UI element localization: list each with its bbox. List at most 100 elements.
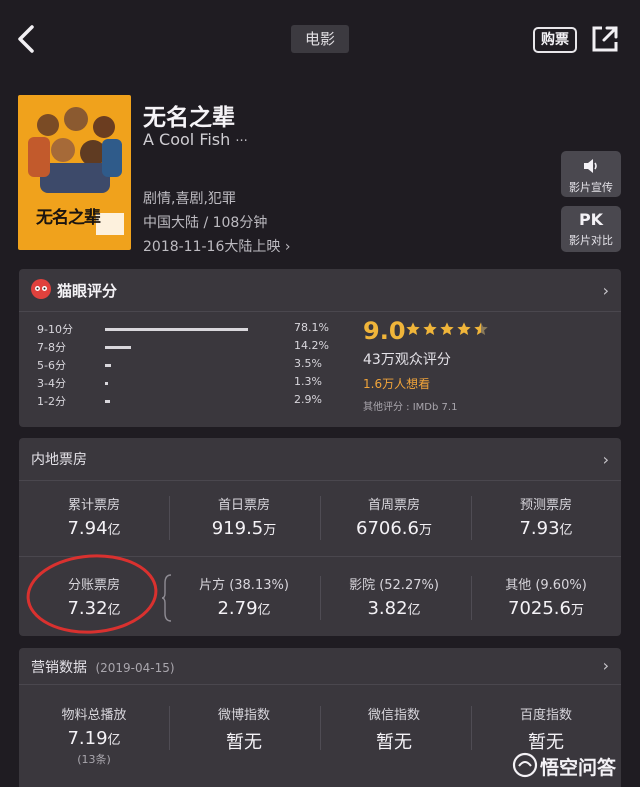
- movie-genres: 剧情,喜剧,犯罪: [143, 191, 236, 207]
- rating-row: 3-4分 1.3%: [37, 375, 337, 393]
- maoyan-rating-card: 猫眼评分 › 9-10分 78.1% 7-8分 14.2% 5-6分 3.5% …: [19, 269, 621, 427]
- stat-forecast: 预测票房 7.93亿: [471, 494, 621, 539]
- chevron-right-icon: ›: [602, 281, 609, 300]
- pk-label: 影片对比: [569, 234, 613, 247]
- want-to-see: 1.6万人想看: [363, 377, 431, 391]
- stat-baidu-index: 百度指数 暂无: [471, 704, 621, 754]
- watermark-text: 悟空问答: [540, 757, 617, 779]
- rating-row: 7-8分 14.2%: [37, 339, 337, 357]
- divider: [471, 496, 472, 540]
- stat-value: 7.19亿: [67, 728, 121, 749]
- marketing-date: (2019-04-15): [95, 661, 175, 675]
- wukong-logo-icon: [512, 752, 538, 778]
- stat-cinema-share: 影院 (52.27%) 3.82亿: [319, 574, 469, 619]
- stat-label: 物料总播放: [61, 708, 127, 723]
- movie-subtitle: A Cool Fish ···: [143, 130, 248, 149]
- stat-note: (13条): [77, 753, 111, 766]
- rating-voters: 43万观众评分: [363, 352, 451, 368]
- stat-label: 首周票房: [367, 498, 420, 513]
- english-title: A Cool Fish: [143, 130, 231, 149]
- more-icon[interactable]: ···: [235, 134, 247, 149]
- star-icon: [440, 322, 454, 335]
- star-rating: [405, 321, 490, 339]
- speaker-icon: [584, 159, 597, 173]
- rating-label: 9-10分: [37, 323, 73, 336]
- pk-icon: PK: [578, 210, 604, 229]
- stat-first-day: 首日票房 919.5万: [169, 494, 319, 539]
- divider: [320, 706, 321, 750]
- star-icon: [474, 322, 488, 335]
- stat-label: 微博指数: [217, 708, 270, 723]
- rating-label: 3-4分: [37, 377, 66, 390]
- rating-label: 1-2分: [37, 395, 66, 408]
- top-bar: 电影 购票: [0, 0, 640, 80]
- stat-weibo-index: 微博指数 暂无: [169, 704, 319, 754]
- rating-percent: 14.2%: [294, 339, 329, 352]
- movie-region-duration: 中国大陆 / 108分钟: [143, 215, 268, 231]
- rating-row: 5-6分 3.5%: [37, 357, 337, 375]
- rating-header[interactable]: 猫眼评分 ›: [19, 269, 621, 312]
- stat-value: 暂无: [226, 732, 262, 753]
- stat-label: 累计票房: [67, 498, 120, 513]
- promo-label: 影片宣传: [569, 181, 613, 194]
- box-office-header[interactable]: 内地票房 ›: [19, 438, 621, 481]
- share-icon[interactable]: [590, 24, 620, 54]
- rating-label: 5-6分: [37, 359, 66, 372]
- divider: [320, 496, 321, 540]
- stat-first-week: 首周票房 6706.6万: [319, 494, 469, 539]
- divider: [320, 576, 321, 620]
- marketing-header[interactable]: 营销数据 (2019-04-15) ›: [19, 648, 621, 685]
- movie-title: 无名之辈: [143, 105, 235, 131]
- rating-row: 1-2分 2.9%: [37, 393, 337, 411]
- stat-value: 6706.6万: [356, 518, 432, 539]
- stat-label: 影院 (52.27%): [349, 578, 439, 593]
- stat-other-share: 其他 (9.60%) 7025.6万: [471, 574, 621, 619]
- stat-value: 7.93亿: [519, 518, 573, 539]
- star-icon: [423, 322, 437, 335]
- maoyan-logo-icon: [31, 279, 51, 299]
- star-icon: [457, 322, 471, 335]
- divider: [169, 706, 170, 750]
- stat-value: 7.94亿: [67, 518, 121, 539]
- stat-value: 2.79亿: [217, 598, 271, 619]
- rating-label: 7-8分: [37, 341, 66, 354]
- rating-percent: 78.1%: [294, 321, 329, 334]
- category-chip: 电影: [291, 25, 349, 53]
- release-text: 2018-11-16大陆上映: [143, 239, 281, 255]
- rating-score: 9.0: [363, 317, 406, 345]
- rating-percent: 1.3%: [294, 375, 322, 388]
- buy-ticket-button[interactable]: 购票: [533, 27, 577, 53]
- marketing-title: 营销数据 (2019-04-15): [31, 657, 175, 677]
- back-arrow-icon[interactable]: [12, 22, 42, 56]
- stat-value: 7025.6万: [508, 598, 584, 619]
- divider: [169, 496, 170, 540]
- stat-value: 3.82亿: [367, 598, 421, 619]
- rating-header-title: 猫眼评分: [57, 282, 118, 300]
- rating-bar: [105, 400, 110, 403]
- stat-label: 预测票房: [519, 498, 572, 513]
- rating-bar: [105, 346, 131, 349]
- poster-title-text: 无名之辈: [36, 208, 101, 228]
- promo-button[interactable]: 影片宣传: [561, 151, 621, 197]
- chevron-right-icon: ›: [284, 239, 291, 255]
- movie-poster[interactable]: 无名之辈: [18, 95, 131, 250]
- divider: [471, 576, 472, 620]
- pk-compare-button[interactable]: PK 影片对比: [561, 206, 621, 252]
- box-office-title: 内地票房: [31, 452, 87, 468]
- stat-material-plays: 物料总播放 7.19亿 (13条): [19, 704, 169, 767]
- movie-release[interactable]: 2018-11-16大陆上映 ›: [143, 236, 290, 256]
- rating-percent: 2.9%: [294, 393, 322, 406]
- rating-row: 9-10分 78.1%: [37, 321, 337, 339]
- stat-producer-share: 片方 (38.13%) 2.79亿: [169, 574, 319, 619]
- rating-bar: [105, 382, 108, 385]
- rating-bar: [105, 328, 248, 331]
- stat-label: 其他 (9.60%): [505, 578, 587, 593]
- chevron-right-icon: ›: [602, 450, 609, 469]
- marketing-title-text: 营销数据: [31, 660, 87, 676]
- stat-wechat-index: 微信指数 暂无: [319, 704, 469, 754]
- stat-label: 首日票房: [217, 498, 270, 513]
- stat-label: 微信指数: [367, 708, 420, 723]
- other-rating: 其他评分 : IMDb 7.1: [363, 402, 458, 413]
- stat-label: 片方 (38.13%): [199, 578, 289, 593]
- stat-cumulative: 累计票房 7.94亿: [19, 494, 169, 539]
